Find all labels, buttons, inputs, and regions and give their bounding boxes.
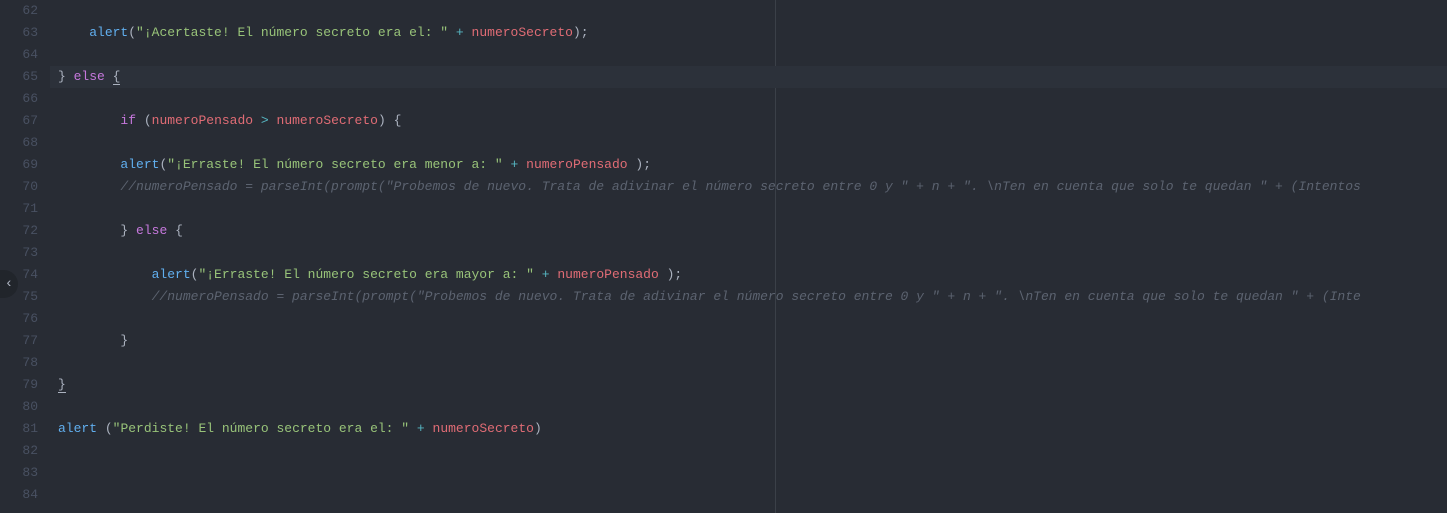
code-line[interactable] bbox=[50, 0, 1447, 22]
variable: numeroPensado bbox=[152, 113, 253, 128]
code-line[interactable]: //numeroPensado = parseInt(prompt("Probe… bbox=[50, 176, 1447, 198]
chevron-left-icon: ‹ bbox=[5, 276, 13, 292]
operator: + bbox=[417, 421, 425, 436]
comment: //numeroPensado = parseInt(prompt("Probe… bbox=[120, 179, 1360, 194]
code-line[interactable]: } bbox=[50, 374, 1447, 396]
line-number: 71 bbox=[0, 198, 38, 220]
code-line[interactable] bbox=[50, 242, 1447, 264]
string-literal: "¡Acertaste! El número secreto era el: " bbox=[136, 25, 448, 40]
operator: + bbox=[456, 25, 464, 40]
paren: ( bbox=[144, 113, 152, 128]
brace: { bbox=[394, 113, 402, 128]
line-number: 64 bbox=[0, 44, 38, 66]
line-number: 66 bbox=[0, 88, 38, 110]
semicolon: ; bbox=[674, 267, 682, 282]
line-number: 69 bbox=[0, 154, 38, 176]
paren: ( bbox=[128, 25, 136, 40]
line-number: 79 bbox=[0, 374, 38, 396]
code-line[interactable]: } else { bbox=[50, 66, 1447, 88]
keyword: else bbox=[136, 223, 167, 238]
code-line[interactable] bbox=[50, 198, 1447, 220]
code-line[interactable]: //numeroPensado = parseInt(prompt("Probe… bbox=[50, 286, 1447, 308]
paren: ) bbox=[573, 25, 581, 40]
code-line[interactable] bbox=[50, 484, 1447, 506]
function-call: alert bbox=[58, 421, 97, 436]
line-number: 70 bbox=[0, 176, 38, 198]
keyword: else bbox=[74, 69, 105, 84]
keyword: if bbox=[120, 113, 136, 128]
line-number: 84 bbox=[0, 484, 38, 506]
code-editor[interactable]: 62 63 64 65 66 67 68 69 70 71 72 73 74 7… bbox=[0, 0, 1447, 513]
operator: + bbox=[542, 267, 550, 282]
line-number: 68 bbox=[0, 132, 38, 154]
line-number: 73 bbox=[0, 242, 38, 264]
variable: numeroSecreto bbox=[433, 421, 534, 436]
code-line[interactable]: } else { bbox=[50, 220, 1447, 242]
code-line[interactable] bbox=[50, 44, 1447, 66]
line-number: 62 bbox=[0, 0, 38, 22]
code-line[interactable]: alert("¡Acertaste! El número secreto era… bbox=[50, 22, 1447, 44]
code-line[interactable]: if (numeroPensado > numeroSecreto) { bbox=[50, 110, 1447, 132]
code-line[interactable] bbox=[50, 440, 1447, 462]
code-line[interactable] bbox=[50, 352, 1447, 374]
semicolon: ; bbox=[643, 157, 651, 172]
variable: numeroPensado bbox=[557, 267, 658, 282]
brace: } bbox=[120, 223, 128, 238]
code-line[interactable] bbox=[50, 132, 1447, 154]
line-number: 67 bbox=[0, 110, 38, 132]
function-call: alert bbox=[152, 267, 191, 282]
brace: { bbox=[175, 223, 183, 238]
line-number: 72 bbox=[0, 220, 38, 242]
paren: ) bbox=[534, 421, 542, 436]
variable: numeroPensado bbox=[526, 157, 627, 172]
operator: > bbox=[261, 113, 269, 128]
comment: //numeroPensado = parseInt(prompt("Probe… bbox=[152, 289, 1361, 304]
brace: } bbox=[58, 377, 66, 393]
line-number-gutter: 62 63 64 65 66 67 68 69 70 71 72 73 74 7… bbox=[0, 0, 50, 513]
code-line[interactable]: alert("¡Erraste! El número secreto era m… bbox=[50, 264, 1447, 286]
code-line[interactable]: alert ("Perdiste! El número secreto era … bbox=[50, 418, 1447, 440]
line-number: 80 bbox=[0, 396, 38, 418]
line-number: 81 bbox=[0, 418, 38, 440]
operator: + bbox=[511, 157, 519, 172]
code-line[interactable] bbox=[50, 88, 1447, 110]
line-number: 65 bbox=[0, 66, 38, 88]
line-number: 78 bbox=[0, 352, 38, 374]
variable: numeroSecreto bbox=[277, 113, 378, 128]
function-call: alert bbox=[89, 25, 128, 40]
code-line[interactable]: alert("¡Erraste! El número secreto era m… bbox=[50, 154, 1447, 176]
line-number: 76 bbox=[0, 308, 38, 330]
code-line[interactable] bbox=[50, 462, 1447, 484]
code-line[interactable]: } bbox=[50, 330, 1447, 352]
variable: numeroSecreto bbox=[472, 25, 573, 40]
line-number: 83 bbox=[0, 462, 38, 484]
brace: { bbox=[113, 69, 121, 85]
line-number: 77 bbox=[0, 330, 38, 352]
string-literal: "¡Erraste! El número secreto era mayor a… bbox=[198, 267, 533, 282]
brace: } bbox=[120, 333, 128, 348]
function-call: alert bbox=[120, 157, 159, 172]
code-content[interactable]: alert("¡Acertaste! El número secreto era… bbox=[50, 0, 1447, 513]
paren: ( bbox=[105, 421, 113, 436]
paren: ) bbox=[378, 113, 386, 128]
line-number: 63 bbox=[0, 22, 38, 44]
brace: } bbox=[58, 69, 66, 84]
line-number: 82 bbox=[0, 440, 38, 462]
string-literal: "¡Erraste! El número secreto era menor a… bbox=[167, 157, 502, 172]
code-line[interactable] bbox=[50, 308, 1447, 330]
semicolon: ; bbox=[581, 25, 589, 40]
code-line[interactable] bbox=[50, 396, 1447, 418]
string-literal: "Perdiste! El número secreto era el: " bbox=[113, 421, 409, 436]
